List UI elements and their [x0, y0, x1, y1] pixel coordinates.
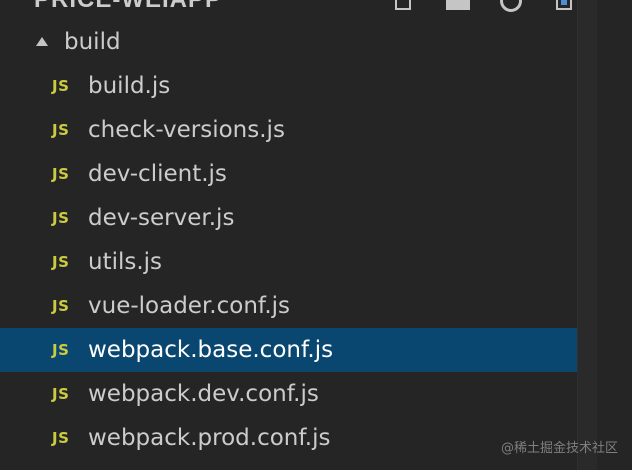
- new-file-icon[interactable]: [395, 0, 411, 10]
- file-label: build.js: [88, 73, 171, 99]
- file-label: webpack.base.conf.js: [88, 337, 334, 363]
- file-item[interactable]: JS utils.js: [0, 240, 596, 284]
- file-label: webpack.prod.conf.js: [88, 425, 331, 451]
- js-file-icon: JS: [52, 165, 70, 183]
- file-item[interactable]: JS check-versions.js: [0, 108, 596, 152]
- explorer-section-header[interactable]: PRICE-WEIAPP: [0, 0, 600, 18]
- file-tree: build JS build.js JS check-versions.js J…: [0, 20, 596, 460]
- file-label: dev-server.js: [88, 205, 235, 231]
- file-item[interactable]: JS build.js: [0, 64, 596, 108]
- js-file-icon: JS: [52, 429, 70, 447]
- folder-build[interactable]: build: [0, 20, 596, 64]
- file-label: vue-loader.conf.js: [88, 293, 291, 319]
- section-title: PRICE-WEIAPP: [34, 0, 222, 14]
- js-file-icon: JS: [52, 341, 70, 359]
- collapse-all-icon[interactable]: [556, 0, 572, 10]
- refresh-icon[interactable]: [500, 0, 522, 12]
- folder-label: build: [64, 29, 121, 55]
- file-item[interactable]: JS dev-client.js: [0, 152, 596, 196]
- js-file-icon: JS: [52, 209, 70, 227]
- file-label: webpack.dev.conf.js: [88, 381, 319, 407]
- vertical-scrollbar[interactable]: [577, 0, 597, 470]
- expanded-chevron-icon[interactable]: [36, 37, 48, 46]
- js-file-icon: JS: [52, 297, 70, 315]
- js-file-icon: JS: [52, 253, 70, 271]
- js-file-icon: JS: [52, 385, 70, 403]
- watermark: @稀土掘金技术社区: [500, 441, 618, 456]
- file-item-selected[interactable]: JS webpack.base.conf.js: [0, 328, 596, 372]
- file-item[interactable]: JS webpack.dev.conf.js: [0, 372, 596, 416]
- file-item[interactable]: JS vue-loader.conf.js: [0, 284, 596, 328]
- new-folder-icon[interactable]: [446, 0, 470, 10]
- js-file-icon: JS: [52, 121, 70, 139]
- js-file-icon: JS: [52, 77, 70, 95]
- file-label: utils.js: [88, 249, 163, 275]
- file-label: check-versions.js: [88, 117, 285, 143]
- file-item[interactable]: JS dev-server.js: [0, 196, 596, 240]
- file-label: dev-client.js: [88, 161, 227, 187]
